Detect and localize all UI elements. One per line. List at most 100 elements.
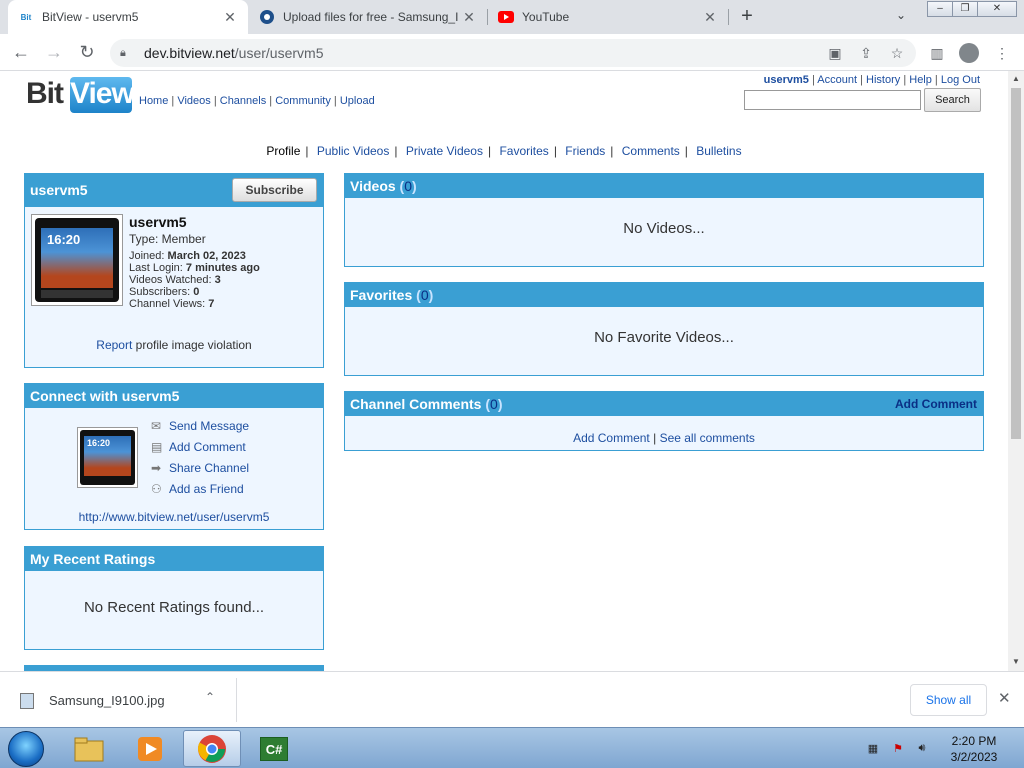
logout-link[interactable]: Log Out [941, 74, 980, 86]
lock-icon[interactable]: 🔒︎ [120, 47, 134, 60]
close-window-button[interactable]: ✕ [977, 1, 1017, 17]
connect-avatar[interactable]: 16:20 [77, 427, 138, 488]
profile-nav: Profile | Public Videos | Private Videos | … [266, 144, 742, 158]
scroll-up-icon[interactable]: ▲ [1012, 74, 1020, 83]
help-link[interactable]: Help [909, 74, 932, 86]
bitview-icon: Bit [18, 9, 34, 25]
download-file-name[interactable]: Samsung_I9100.jpg [49, 693, 165, 708]
share-icon[interactable]: ⇪ [857, 44, 875, 62]
comments-links: Add Comment | See all comments [573, 431, 755, 445]
volume-icon[interactable]: 🔊︎ [915, 742, 929, 756]
minimize-button[interactable]: – [927, 1, 953, 17]
profile-nav-private-videos[interactable]: Private Videos [406, 144, 483, 158]
site-nav: Home | Videos | Channels | Community | U… [139, 95, 375, 107]
address-bar[interactable]: 🔒︎ dev.bitview.net/user/uservm5 [110, 39, 916, 67]
account-link[interactable]: Account [817, 74, 857, 86]
new-tab-button[interactable]: + [736, 6, 758, 28]
nav-community[interactable]: Community [275, 95, 331, 107]
profile-nav-comments[interactable]: Comments [622, 144, 680, 158]
image-file-icon [20, 693, 34, 709]
reload-icon[interactable]: ↻ [75, 41, 99, 65]
nav-channels[interactable]: Channels [220, 95, 266, 107]
scroll-down-icon[interactable]: ▼ [1012, 657, 1020, 666]
page-viewport: Bit View Home | Videos | Channels | Comm… [0, 71, 1008, 671]
tab-upload[interactable]: Upload files for free - Samsung_I ✕ [249, 0, 487, 34]
report-line: Report profile image violation [25, 338, 323, 352]
add-comment-header-link[interactable]: Add Comment [895, 392, 977, 416]
tab-youtube[interactable]: YouTube ✕ [488, 0, 728, 34]
start-button[interactable] [8, 731, 44, 767]
profile-nav-bulletins[interactable]: Bulletins [696, 144, 741, 158]
csharp-label: C# [260, 736, 288, 761]
tab-search-chevron-icon[interactable]: ⌄ [896, 8, 906, 22]
chrome-taskbar-icon[interactable] [183, 730, 241, 767]
report-text: profile image violation [132, 338, 252, 352]
history-link[interactable]: History [866, 74, 900, 86]
profile-nav-favorites[interactable]: Favorites [499, 144, 548, 158]
clock-time[interactable]: 2:20 PM [948, 734, 1000, 748]
channel-url-link[interactable]: http://www.bitview.net/user/uservm5 [79, 510, 270, 524]
bookmark-star-icon[interactable]: ☆ [888, 44, 906, 62]
channel-url: http://www.bitview.net/user/uservm5 [25, 510, 323, 524]
close-tab-icon[interactable]: ✕ [222, 9, 238, 26]
nav-home[interactable]: Home [139, 95, 168, 107]
last-login-value: 7 minutes ago [185, 262, 260, 274]
add-comment-item[interactable]: ▤ Add Comment [151, 440, 246, 454]
side-panel-icon[interactable]: ▥ [928, 44, 946, 62]
profile-nav-friends[interactable]: Friends [565, 144, 605, 158]
share-channel-item[interactable]: ➡ Share Channel [151, 461, 249, 475]
profile-image[interactable]: 16:20 [31, 214, 123, 306]
report-link[interactable]: Report [96, 338, 132, 352]
ratings-box-header: My Recent Ratings [25, 547, 323, 571]
nav-videos[interactable]: Videos [177, 95, 210, 107]
close-download-bar-icon[interactable]: ✕ [998, 689, 1011, 707]
search-input[interactable] [744, 90, 921, 110]
action-center-flag-icon[interactable]: ⚑ [891, 742, 905, 756]
nav-upload[interactable]: Upload [340, 95, 375, 107]
clock-date[interactable]: 3/2/2023 [944, 750, 1004, 764]
joined-label: Joined: [129, 250, 165, 262]
subscribers-value: 0 [193, 286, 200, 298]
add-comment-link-body[interactable]: Add Comment [573, 431, 650, 445]
chevron-up-icon[interactable]: ⌃ [205, 690, 215, 704]
url-host: dev.bitview.net [144, 45, 235, 61]
show-all-button[interactable]: Show all [910, 684, 987, 716]
blocked-popup-icon[interactable]: ▣ [826, 44, 844, 62]
send-message-item[interactable]: ✉ Send Message [151, 419, 249, 433]
close-tab-icon[interactable]: ✕ [461, 9, 477, 26]
send-message-link[interactable]: Send Message [169, 419, 249, 433]
favorites-count[interactable]: 0 [421, 287, 429, 303]
add-friend-item[interactable]: ⚇ Add as Friend [151, 482, 244, 496]
network-icon[interactable]: ▦ [866, 742, 880, 756]
media-player-taskbar-icon[interactable] [121, 730, 179, 767]
restore-button[interactable]: ❐ [952, 1, 978, 17]
explorer-taskbar-icon[interactable] [60, 730, 118, 767]
last-login-label: Last Login: [129, 262, 183, 274]
tab-title: BitView - uservm5 [42, 10, 139, 24]
taskbar: C# ▦ ⚑ 🔊︎ 2:20 PM 3/2/2023 [0, 727, 1024, 768]
connect-box-header: Connect with uservm5 [25, 384, 323, 408]
scrollbar-thumb[interactable] [1011, 88, 1021, 439]
videos-box-header: Videos (0) [345, 174, 983, 198]
back-arrow-icon[interactable]: ← [9, 41, 33, 65]
subscribe-button[interactable]: Subscribe [232, 178, 317, 202]
bitview-logo[interactable]: Bit View [26, 77, 135, 113]
add-comment-link[interactable]: Add Comment [169, 440, 246, 454]
add-friend-link[interactable]: Add as Friend [169, 482, 244, 496]
more-menu-icon[interactable]: ⋮ [993, 44, 1011, 62]
tab-bitview[interactable]: Bit BitView - uservm5 ✕ [8, 0, 248, 34]
csharp-taskbar-icon[interactable]: C# [245, 730, 303, 767]
search-button[interactable]: Search [924, 88, 981, 112]
comments-count[interactable]: 0 [490, 396, 498, 412]
videos-count[interactable]: 0 [404, 178, 412, 194]
profile-nav-public-videos[interactable]: Public Videos [317, 144, 390, 158]
upload-cloud-icon [259, 9, 275, 25]
forward-arrow-icon[interactable]: → [42, 41, 66, 65]
user-link[interactable]: uservm5 [764, 74, 809, 86]
profile-type: Type: Member [129, 232, 206, 246]
profile-avatar-icon[interactable] [959, 43, 979, 63]
close-tab-icon[interactable]: ✕ [702, 9, 718, 26]
page-scrollbar[interactable]: ▲ ▼ [1008, 71, 1024, 671]
see-all-comments-link[interactable]: See all comments [660, 431, 755, 445]
share-channel-link[interactable]: Share Channel [169, 461, 249, 475]
